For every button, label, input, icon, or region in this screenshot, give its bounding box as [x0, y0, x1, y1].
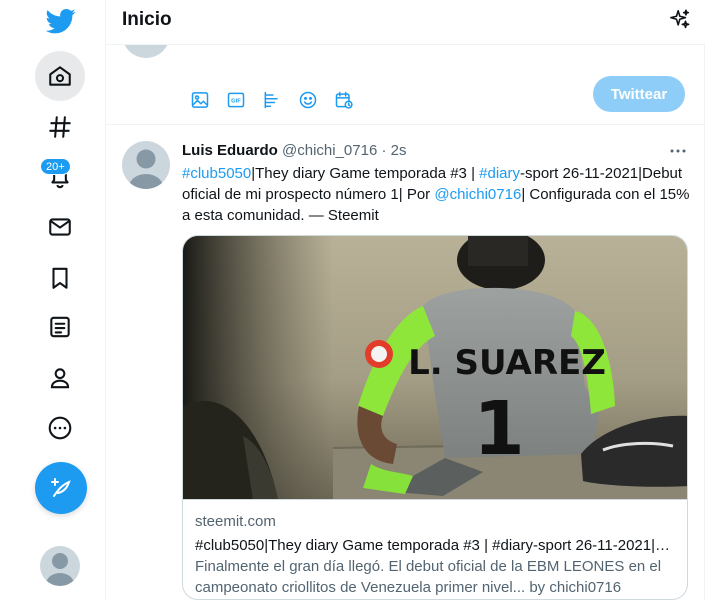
composer-toolbar: GIF: [182, 83, 362, 117]
nav-profile-button[interactable]: [35, 353, 85, 403]
nav-more-button[interactable]: [35, 403, 85, 453]
author-avatar[interactable]: [122, 141, 170, 189]
link-description: campeonato criollitos de Venezuela prime…: [195, 579, 622, 596]
tweet-card[interactable]: Luis Eduardo @chichi_0716 · 2s #club5050…: [106, 125, 705, 600]
jersey-name: L. SUAREZ: [408, 343, 606, 383]
link-preview-image[interactable]: L. SUAREZ 1: [183, 236, 687, 500]
tweet-text: #club5050|They diary Game temporada #3 |…: [182, 163, 692, 226]
lists-icon: [50, 316, 70, 338]
separator-dot: ·: [381, 142, 387, 159]
hashtag-link[interactable]: #diary: [479, 165, 520, 182]
default-avatar-icon: [46, 553, 74, 586]
add-poll-button[interactable]: [254, 83, 290, 117]
link-description: Finalmente el gran día llegó. El debut o…: [195, 558, 662, 575]
author-name[interactable]: Luis Eduardo: [182, 142, 278, 159]
bookmarks-icon: [52, 267, 68, 289]
nav-messages-button[interactable]: [35, 202, 85, 252]
twitter-bird-icon[interactable]: [44, 6, 78, 36]
messages-mail-icon: [49, 218, 71, 236]
tweet-header: Luis Eduardo @chichi_0716 · 2s: [182, 142, 407, 159]
tweet-more-button[interactable]: [665, 140, 691, 162]
mention-link[interactable]: @chichi0716: [434, 186, 521, 203]
home-timeline: Inicio GIF Twittear Luis Eduardo @chichi…: [106, 0, 705, 600]
profile-icon: [50, 368, 70, 389]
photo-boy-baseball-jersey: L. SUAREZ 1: [183, 236, 687, 499]
timeline-header: Inicio: [106, 0, 705, 45]
feather-plus-icon: [51, 478, 71, 497]
home-icon: [49, 66, 71, 86]
schedule-button[interactable]: [326, 83, 362, 117]
tweet-composer: GIF Twittear: [106, 45, 705, 125]
page-title: Inicio: [122, 9, 172, 30]
gif-icon: GIF: [227, 92, 245, 108]
more-circle-icon: [48, 416, 72, 440]
add-media-button[interactable]: [182, 83, 218, 117]
explore-hashtag-icon: [49, 116, 71, 138]
emoji-icon: [299, 91, 317, 109]
compose-tweet-button[interactable]: [35, 462, 87, 514]
image-icon: [191, 92, 209, 108]
twitter-app: 20+ Inicio GIF Twittear Luis Eduardo @ch…: [0, 0, 717, 600]
sparkle-icon[interactable]: [669, 8, 691, 30]
link-preview-body: steemit.com #club5050|They diary Game te…: [195, 512, 677, 598]
tweet-timestamp[interactable]: 2s: [391, 142, 407, 159]
tweet-text-segment: |They diary Game temporada #3 |: [251, 165, 480, 182]
link-preview-card[interactable]: L. SUAREZ 1 steemit.com #club5050|They d…: [182, 235, 688, 600]
more-horizontal-icon: [670, 149, 686, 153]
nav-lists-button[interactable]: [35, 302, 85, 352]
svg-text:GIF: GIF: [231, 99, 241, 105]
default-avatar-icon: [129, 149, 163, 189]
add-gif-button[interactable]: GIF: [218, 83, 254, 117]
left-nav: 20+: [0, 0, 106, 600]
hashtag-link[interactable]: #club5050: [182, 165, 251, 182]
add-emoji-button[interactable]: [290, 83, 326, 117]
author-handle[interactable]: @chichi_0716: [282, 142, 377, 159]
poll-icon: [264, 91, 278, 109]
nav-bookmarks-button[interactable]: [35, 253, 85, 303]
composer-avatar: [122, 45, 170, 58]
account-avatar[interactable]: [40, 546, 80, 586]
link-domain: steemit.com: [195, 513, 276, 530]
nav-explore-button[interactable]: [35, 102, 85, 152]
notification-count-badge: 20+: [40, 158, 71, 175]
link-title: #club5050|They diary Game temporada #3 |…: [195, 537, 677, 554]
schedule-icon: [335, 91, 353, 109]
jersey-number: 1: [473, 386, 525, 472]
nav-home-button[interactable]: [35, 51, 85, 101]
tweet-submit-button[interactable]: Twittear: [593, 76, 685, 112]
